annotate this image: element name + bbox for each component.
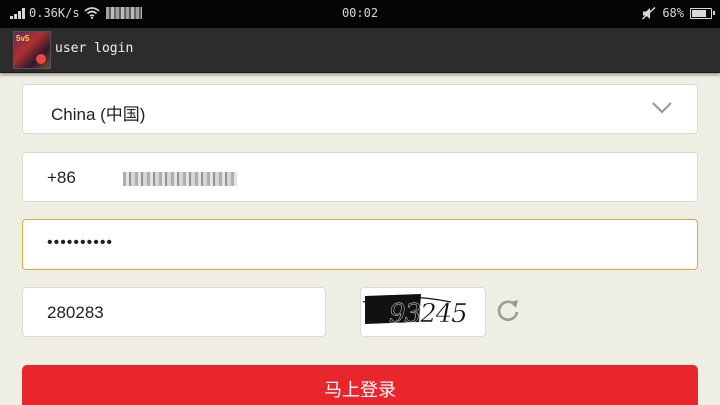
battery-percent: 68% <box>662 6 684 20</box>
captcha-image-text: 93245 <box>389 299 467 329</box>
app-logo: 5v5 <box>13 31 51 69</box>
refresh-icon[interactable] <box>494 296 522 324</box>
title-bar: 5v5 user login <box>0 28 720 73</box>
phone-country-code: +86 <box>47 168 76 187</box>
phone-field[interactable]: +86 <box>22 152 698 202</box>
login-button[interactable]: 马上登录 <box>22 365 698 405</box>
status-bar: 0.36K/s 00:02 68% <box>0 0 720 28</box>
mute-icon <box>642 6 656 20</box>
phone-number-redacted <box>123 172 237 186</box>
captcha-image[interactable]: 93245 <box>360 287 486 337</box>
password-field[interactable]: •••••••••• <box>22 219 698 270</box>
captcha-input-value: 280283 <box>47 303 104 322</box>
captcha-input[interactable]: 280283 <box>22 287 326 337</box>
country-value: China (中国) <box>51 105 146 124</box>
chevron-down-icon <box>652 102 672 114</box>
country-select[interactable]: China (中国) <box>22 84 698 134</box>
battery-icon <box>690 7 715 19</box>
page-title: user login <box>55 41 134 56</box>
status-right: 68% <box>642 6 715 20</box>
password-value: •••••••••• <box>47 234 114 251</box>
status-time: 00:02 <box>341 6 379 20</box>
